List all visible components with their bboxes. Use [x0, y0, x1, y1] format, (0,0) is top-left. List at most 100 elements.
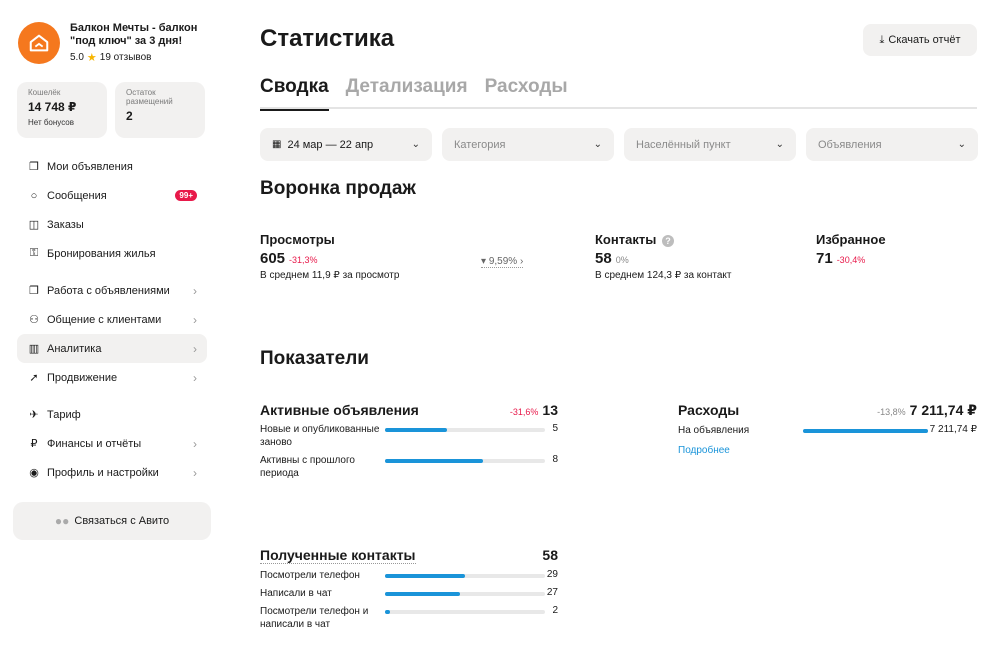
chevron-right-icon: ›	[193, 283, 197, 298]
list-item: Активны с прошлого периода 8	[260, 454, 558, 480]
active-ads-total: 13	[542, 402, 558, 418]
list-item: Написали в чат 27	[260, 587, 558, 600]
sidebar-item-analytics[interactable]: ▥ Аналитика ›	[17, 334, 207, 363]
filters: ▦ 24 мар — 22 апр ⌄ Категория ⌄ Населённ…	[260, 128, 978, 161]
contacts-delta: 0%	[615, 255, 629, 265]
conversion-link[interactable]: ▾ 9,59% ›	[481, 256, 524, 268]
download-report-button[interactable]: ⤓ Скачать отчёт	[863, 24, 977, 56]
contact-avito-button[interactable]: ●● Связаться с Авито	[13, 502, 211, 540]
location-placeholder: Населённый пункт	[636, 138, 731, 151]
ads-select[interactable]: Объявления ⌄	[806, 128, 978, 161]
contacts-value: 58	[595, 250, 612, 267]
sidebar-item-label: Аналитика	[47, 342, 102, 355]
views-metric: Просмотры 605 -31,3% В среднем 11,9 ₽ за…	[260, 232, 399, 281]
row-value: 5	[552, 423, 558, 434]
category-select[interactable]: Категория ⌄	[442, 128, 614, 161]
chevron-right-icon: ›	[193, 436, 197, 451]
chevron-right-icon: ›	[193, 341, 197, 356]
download-icon: ⤓	[879, 33, 885, 46]
tab-expenses[interactable]: Расходы	[485, 74, 568, 109]
profile-rating[interactable]: 5.0 ★ 19 отзывов	[70, 51, 210, 64]
sidebar-menu: ❐ Мои объявления ○ Сообщения 99+ ◫ Заказ…	[17, 152, 207, 487]
tab-summary[interactable]: Сводка	[260, 74, 329, 111]
sidebar-item-my-ads[interactable]: ❐ Мои объявления	[17, 152, 207, 181]
views-title: Просмотры	[260, 232, 335, 247]
placements-card[interactable]: Остаток размещений 2	[115, 82, 205, 138]
more-link[interactable]: Подробнее	[678, 445, 977, 456]
sidebar-item-clients[interactable]: ⚇ Общение с клиентами ›	[17, 305, 207, 334]
row-value: 7 211,74 ₽	[929, 424, 977, 435]
row-value: 29	[546, 569, 558, 580]
progress-fill	[385, 592, 460, 596]
date-range-value: 24 мар — 22 апр	[287, 138, 374, 151]
profile-name[interactable]: Балкон Мечты - балкон "под ключ" за 3 дн…	[70, 22, 210, 48]
contact-avito-label: Связаться с Авито	[74, 515, 170, 527]
sidebar-item-label: Продвижение	[47, 371, 118, 384]
chevron-right-icon: ›	[193, 465, 197, 480]
expenses-total: 7 211,74 ₽	[909, 402, 977, 418]
tab-details[interactable]: Детализация	[346, 74, 468, 109]
box-icon: ◫	[28, 219, 40, 231]
active-ads-delta: -31,6%	[509, 407, 539, 417]
row-label: На объявления	[678, 425, 750, 436]
avatar[interactable]	[18, 22, 60, 64]
favorites-value: 71	[816, 250, 833, 267]
favorites-metric: Избранное 71 -30,4%	[816, 232, 886, 267]
wallet-card[interactable]: Кошелёк 14 748 ₽ Нет бонусов	[17, 82, 107, 138]
profile-icon: ◉	[29, 467, 39, 479]
active-ads-block: Активные объявления -31,6% 13 Новые и оп…	[260, 402, 558, 480]
row-label: Активны с прошлого периода	[260, 455, 355, 479]
tabs: Сводка Детализация Расходы	[260, 74, 977, 111]
sidebar-item-bookings[interactable]: ⚿ Бронирования жилья	[17, 239, 207, 268]
sidebar: Балкон Мечты - балкон "под ключ" за 3 дн…	[0, 0, 225, 646]
sidebar-item-label: Бронирования жилья	[47, 247, 156, 260]
date-range-select[interactable]: ▦ 24 мар — 22 апр ⌄	[260, 128, 432, 161]
calendar-icon: ▦	[272, 139, 282, 150]
sidebar-item-label: Тариф	[47, 408, 81, 421]
download-label: Скачать отчёт	[888, 34, 961, 46]
progress-fill	[803, 429, 928, 433]
messages-badge: 99+	[175, 190, 197, 201]
progress-bar	[385, 459, 545, 463]
conversion-value: 9,59%	[488, 256, 518, 267]
ads-work-icon: ❐	[29, 285, 39, 297]
wallet-bonus: Нет бонусов	[28, 118, 74, 127]
received-contacts-title[interactable]: Полученные контакты	[260, 547, 416, 564]
question-icon[interactable]: ?	[661, 234, 674, 247]
rocket-icon: ➚	[29, 372, 39, 384]
tariff-icon: ✈	[29, 409, 39, 421]
favorites-title: Избранное	[816, 232, 886, 247]
profile[interactable]: Балкон Мечты - балкон "под ключ" за 3 дн…	[18, 22, 210, 64]
sidebar-item-label: Работа с объявлениями	[47, 284, 170, 297]
contacts-title: Контакты	[595, 232, 657, 247]
sidebar-item-label: Заказы	[47, 218, 84, 231]
sidebar-item-finance[interactable]: ₽ Финансы и отчёты ›	[17, 429, 207, 458]
row-label: Написали в чат	[260, 588, 332, 599]
chevron-down-icon: ⌄	[775, 139, 784, 150]
bubbles-icon: ●●	[54, 514, 70, 528]
progress-fill	[385, 574, 465, 578]
sidebar-item-messages[interactable]: ○ Сообщения 99+	[17, 181, 207, 210]
location-select[interactable]: Населённый пункт ⌄	[624, 128, 796, 161]
sidebar-item-profile[interactable]: ◉ Профиль и настройки ›	[17, 458, 207, 487]
progress-fill	[385, 610, 391, 614]
sidebar-item-label: Финансы и отчёты	[47, 437, 142, 450]
funnel-title: Воронка продаж	[260, 178, 416, 199]
chevron-down-icon: ⌄	[593, 139, 602, 150]
sidebar-item-label: Общение с клиентами	[47, 313, 162, 326]
active-ads-title: Активные объявления	[260, 402, 419, 418]
sidebar-item-label: Профиль и настройки	[47, 466, 159, 479]
placements-label: Остаток размещений	[126, 88, 173, 106]
sidebar-item-promotion[interactable]: ➚ Продвижение ›	[17, 363, 207, 392]
progress-bar	[803, 429, 928, 433]
sidebar-item-orders[interactable]: ◫ Заказы	[17, 210, 207, 239]
sidebar-item-ads-work[interactable]: ❐ Работа с объявлениями ›	[17, 276, 207, 305]
contacts-sub: В среднем 124,3 ₽ за контакт	[595, 270, 732, 281]
sidebar-item-tariff[interactable]: ✈ Тариф	[17, 400, 207, 429]
placements-value: 2	[126, 109, 133, 123]
row-value: 2	[552, 605, 558, 616]
indicators-title: Показатели	[260, 348, 369, 369]
ads-icon: ❐	[29, 161, 39, 173]
main-content: Статистика ⤓ Скачать отчёт Сводка Детали…	[260, 0, 978, 646]
ads-placeholder: Объявления	[818, 138, 882, 151]
